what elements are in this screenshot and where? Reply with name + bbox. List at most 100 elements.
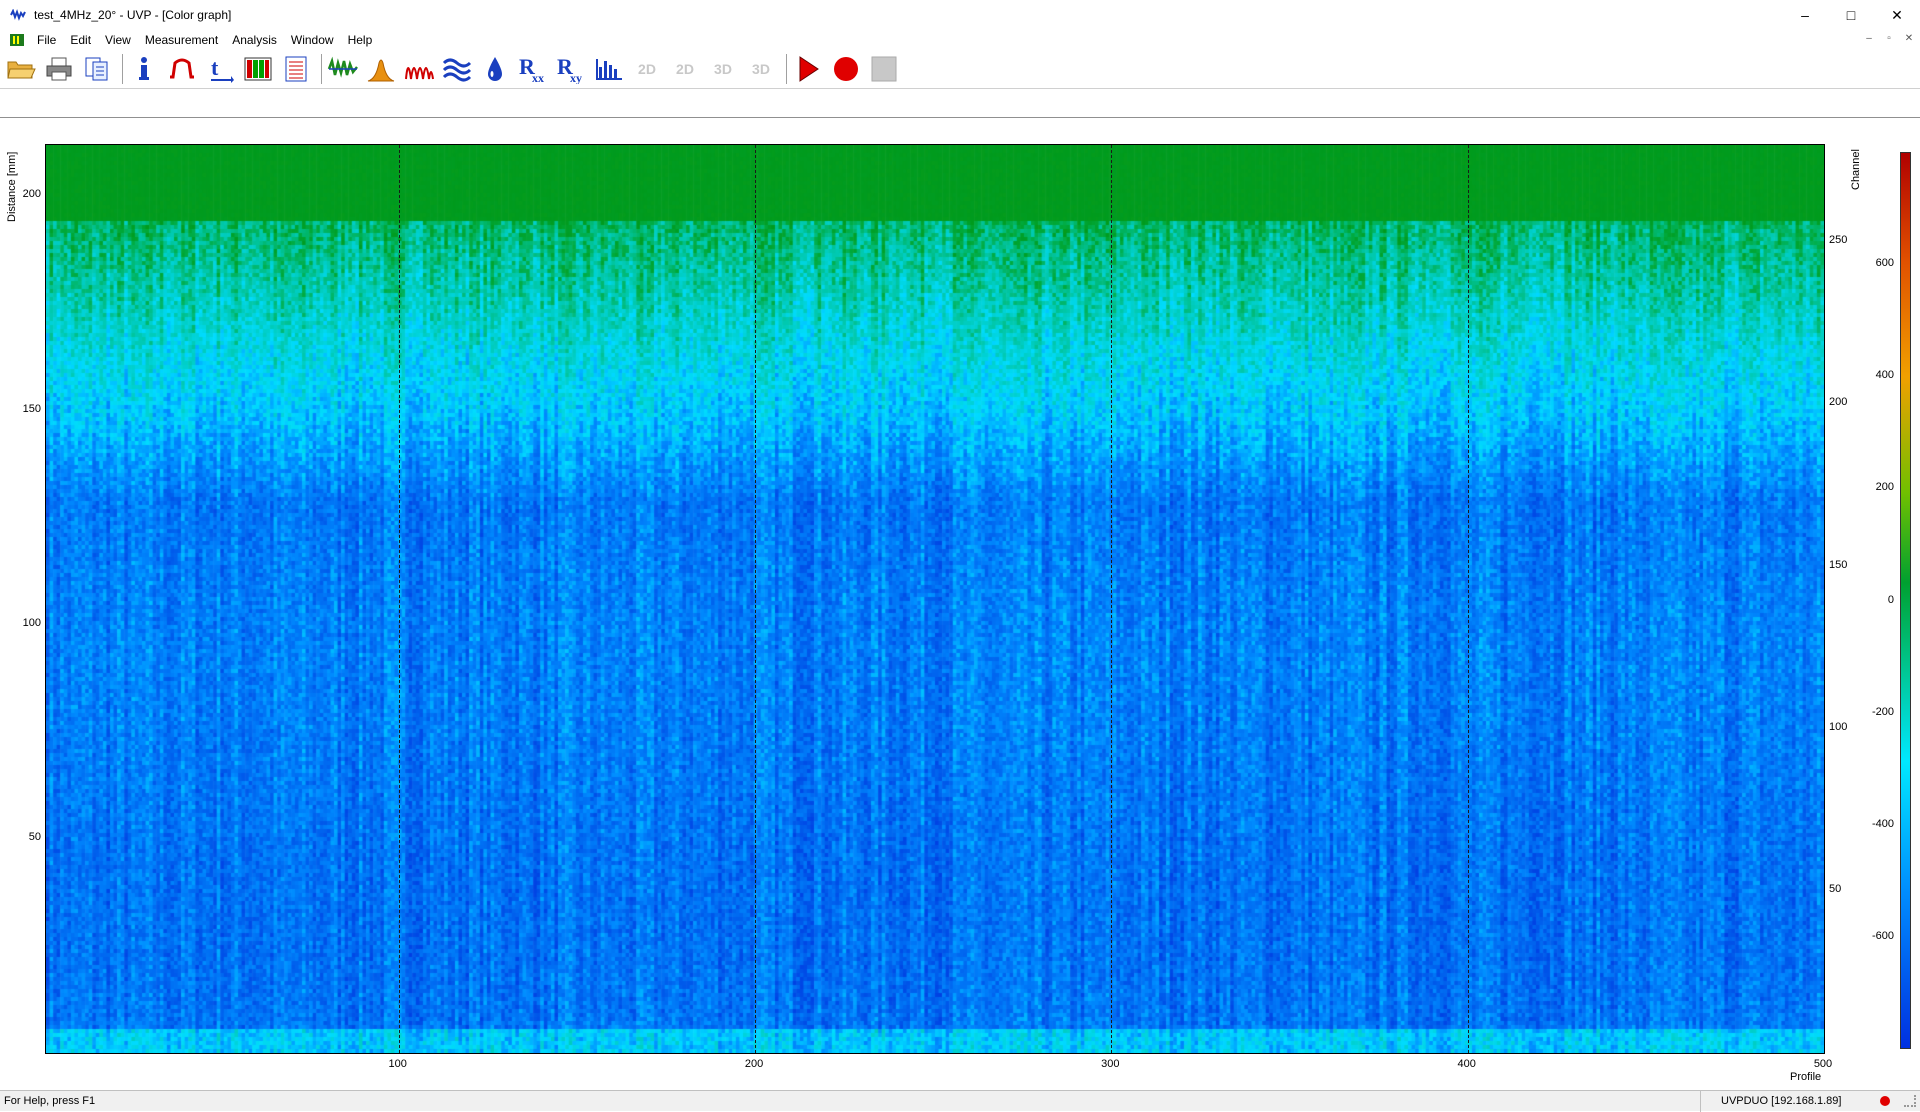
bar-histogram-button[interactable] [592, 52, 626, 86]
color-graph-button[interactable] [241, 52, 275, 86]
stop-button[interactable] [867, 52, 901, 86]
y2-tick-label: 100 [1829, 720, 1848, 733]
crosscorrelation-rxy-icon: R xy [557, 54, 582, 84]
rxy-button[interactable]: R xy [554, 52, 588, 86]
info-button[interactable] [127, 52, 161, 86]
table-grid-icon [285, 56, 307, 82]
flow-button[interactable] [440, 52, 474, 86]
document-icon [10, 34, 24, 46]
status-bar: For Help, press F1 UVPDUO [192.168.1.89] [0, 1090, 1920, 1112]
x-tick-label: 500 [1813, 1058, 1833, 1070]
y2-tick-label: 150 [1829, 558, 1848, 571]
y-tick-label: 100 [22, 616, 41, 629]
time-axis-icon: t [211, 55, 234, 83]
menu-file[interactable]: File [30, 33, 63, 47]
grid-line-x [1111, 145, 1113, 1053]
menu-window[interactable]: Window [284, 33, 341, 47]
color-scale-tick-label: 200 [1875, 481, 1894, 494]
info-strip [0, 88, 1920, 118]
svg-text:t: t [211, 55, 219, 80]
mdi-close-button[interactable]: ✕ [1902, 33, 1916, 44]
status-help-text: For Help, press F1 [4, 1095, 96, 1107]
view-2d-a-button[interactable]: 2D [630, 52, 664, 86]
resize-grip-icon[interactable] [1904, 1095, 1916, 1107]
view-3d-a-label: 3D [714, 61, 732, 77]
minimize-button[interactable]: – [1782, 0, 1828, 30]
color-scale-tick-label: -600 [1871, 929, 1894, 942]
printer-icon [46, 57, 72, 81]
view-2d-b-button[interactable]: 2D [668, 52, 702, 86]
table-button[interactable] [279, 52, 313, 86]
menu-help[interactable]: Help [341, 33, 380, 47]
peak-shape-icon [367, 59, 395, 82]
mdi-minimize-button[interactable]: – [1862, 33, 1876, 44]
color-scale-tick-label: 0 [1887, 593, 1894, 606]
bar-chart-icon [596, 59, 622, 80]
record-button[interactable] [829, 52, 863, 86]
y2-tick-label: 200 [1829, 396, 1848, 409]
rxx-button[interactable]: R xx [516, 52, 550, 86]
close-button[interactable]: ✕ [1874, 0, 1920, 30]
menu-edit[interactable]: Edit [63, 33, 98, 47]
stop-icon [871, 56, 897, 82]
record-icon [834, 57, 858, 81]
menu-view[interactable]: View [98, 33, 138, 47]
menu-measurement[interactable]: Measurement [138, 33, 225, 47]
folder-open-icon [7, 61, 36, 79]
color-scale-tick-label: -200 [1871, 705, 1894, 718]
pulse-shape-icon [170, 58, 194, 79]
autocorrelation-rxx-icon: R xx [519, 54, 544, 84]
color-scale-bar [1900, 152, 1911, 1049]
print-button[interactable] [42, 52, 76, 86]
y2-axis-title: Channel [1850, 149, 1862, 190]
play-button[interactable] [791, 52, 825, 86]
time-button[interactable]: t [203, 52, 237, 86]
heatmap-canvas [46, 145, 1824, 1053]
pulse-button[interactable] [165, 52, 199, 86]
mdi-restore-button[interactable]: ▫ [1882, 33, 1896, 44]
color-scale-tick-label: 400 [1875, 369, 1894, 382]
connection-status-icon [1880, 1096, 1890, 1106]
copy-pages-icon [85, 57, 108, 81]
toolbar-separator [122, 54, 123, 84]
info-icon [139, 57, 149, 80]
x-axis-title: Profile [1790, 1071, 1822, 1083]
wave-signal-icon [327, 56, 358, 78]
grid-line-x [755, 145, 757, 1053]
menu-analysis[interactable]: Analysis [225, 33, 284, 47]
y2-tick-label: 50 [1829, 882, 1842, 895]
title-bar: test_4MHz_20° - UVP - [Color graph] – □ … [0, 0, 1920, 30]
color-scale-tick-label: -400 [1871, 817, 1894, 830]
waves-icon [442, 58, 472, 82]
y-tick-label: 150 [22, 402, 41, 415]
x-tick-label: 200 [744, 1058, 764, 1070]
maximize-button[interactable]: □ [1828, 0, 1874, 30]
view-3d-a-button[interactable]: 3D [706, 52, 740, 86]
color-scale-tick-label: 600 [1875, 257, 1894, 270]
water-drop-icon [488, 57, 502, 81]
y-tick-label: 50 [28, 830, 41, 843]
color-graph-plot[interactable] [45, 144, 1825, 1054]
copy-button[interactable] [80, 52, 114, 86]
x-tick-label: 300 [1101, 1058, 1120, 1070]
uvp-app-icon [10, 9, 26, 21]
toolbar: t R xx R xy 2D 2D 3D 3D [0, 50, 1920, 88]
view-2d-b-label: 2D [676, 61, 694, 77]
echo-wave-icon [405, 67, 434, 80]
view-3d-b-button[interactable]: 3D [744, 52, 778, 86]
grid-line-x [1467, 145, 1469, 1053]
liquid-button[interactable] [478, 52, 512, 86]
y2-tick-label: 250 [1829, 234, 1848, 247]
velocity-profile-button[interactable] [326, 52, 360, 86]
x-tick-label: 400 [1457, 1058, 1476, 1070]
toolbar-separator [786, 54, 787, 84]
play-icon [799, 56, 819, 82]
color-bars-icon [244, 57, 272, 81]
open-button[interactable] [4, 52, 38, 86]
grid-line-x [398, 145, 400, 1053]
x-tick-label: 100 [388, 1058, 407, 1070]
histogram-button[interactable] [364, 52, 398, 86]
toolbar-separator [321, 54, 322, 84]
echo-button[interactable] [402, 52, 436, 86]
window-title: test_4MHz_20° - UVP - [Color graph] [34, 8, 232, 22]
